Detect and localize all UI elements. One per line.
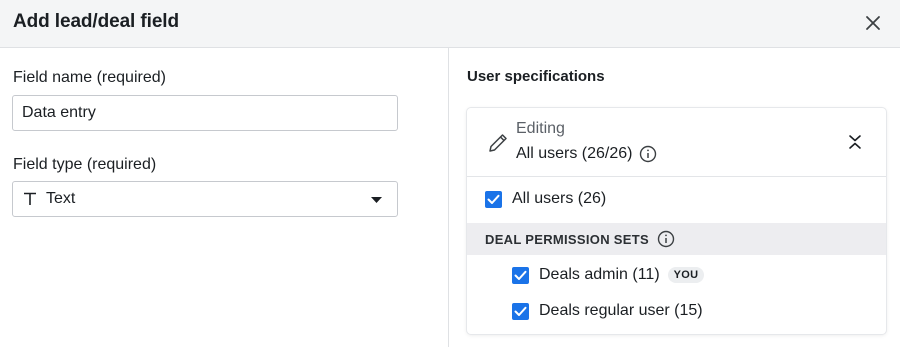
deals-admin-label: Deals admin (11): [539, 266, 660, 283]
user-specifications-panel: User specifications Editing All users (2…: [449, 48, 900, 347]
text-type-icon: [22, 191, 38, 207]
editing-label: Editing: [516, 120, 565, 137]
permission-sets-heading-label: DEAL PERMISSION SETS: [485, 231, 649, 247]
chevron-down-icon: [371, 197, 382, 203]
info-icon[interactable]: [657, 230, 675, 248]
user-specifications-card: Editing All users (26/26) All users (26)…: [467, 108, 886, 334]
checkmark-icon: [487, 194, 500, 204]
pencil-icon: [489, 134, 507, 152]
collapse-icon: [849, 135, 861, 149]
field-name-label: Field name (required): [13, 69, 166, 86]
user-specifications-title: User specifications: [467, 68, 605, 85]
field-name-input[interactable]: Data entry: [12, 95, 398, 131]
permission-set-deals-admin[interactable]: Deals admin (11) YOU: [512, 266, 705, 284]
checkmark-icon: [514, 306, 527, 316]
close-button[interactable]: [860, 10, 886, 36]
you-badge: YOU: [667, 267, 705, 283]
permission-sets-heading: DEAL PERMISSION SETS: [467, 223, 886, 255]
dialog-title: Add lead/deal field: [13, 11, 179, 32]
editing-value-row: All users (26/26): [516, 145, 657, 163]
deals-regular-user-checkbox[interactable]: [512, 302, 529, 320]
add-field-dialog: Add lead/deal field Field name (required…: [0, 0, 900, 347]
info-icon[interactable]: [639, 145, 657, 163]
deals-regular-user-label: Deals regular user (15): [539, 302, 703, 319]
field-type-label: Field type (required): [13, 156, 157, 173]
all-users-checkbox[interactable]: [485, 190, 502, 208]
all-users-option[interactable]: All users (26): [485, 190, 606, 208]
close-icon: [866, 16, 880, 30]
dialog-header: Add lead/deal field: [0, 0, 900, 48]
editing-value: All users (26/26): [516, 145, 633, 162]
all-users-label: All users (26): [512, 190, 607, 207]
field-settings-panel: Field name (required) Data entry Field t…: [0, 48, 448, 347]
field-name-value: Data entry: [22, 104, 96, 121]
deals-admin-checkbox[interactable]: [512, 266, 529, 284]
field-type-value: Text: [46, 190, 76, 207]
checkmark-icon: [514, 270, 527, 280]
collapse-button[interactable]: [845, 132, 865, 152]
editing-summary[interactable]: Editing All users (26/26): [467, 108, 886, 177]
permission-set-deals-regular-user[interactable]: Deals regular user (15): [512, 302, 703, 320]
field-type-select[interactable]: Text: [12, 181, 398, 217]
